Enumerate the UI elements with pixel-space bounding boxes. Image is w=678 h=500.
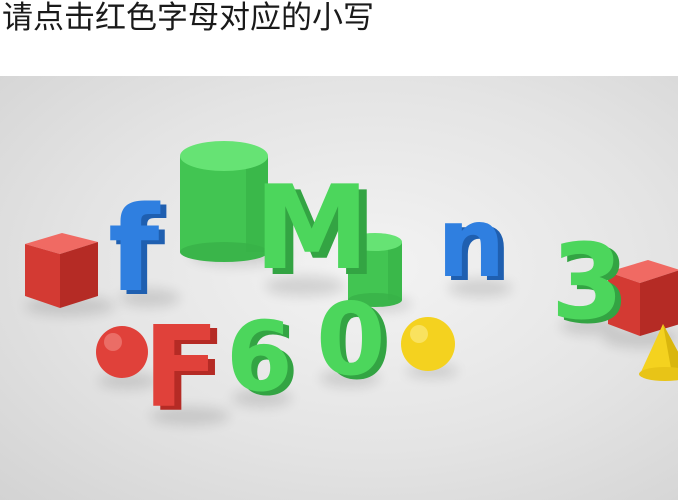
red-cube-left[interactable]	[25, 233, 98, 308]
letter-n-face: n	[437, 187, 505, 299]
yellow-sphere[interactable]	[401, 317, 455, 371]
digit-3-face: 3	[551, 221, 623, 343]
letter-f[interactable]: f f	[108, 180, 167, 322]
yellow-sphere-highlight	[410, 325, 428, 343]
letter-n[interactable]: n n	[437, 187, 511, 303]
captcha-scene[interactable]: f f M M n n 3 3 F F 6 6 0 0	[0, 76, 678, 500]
digit-6-face: 6	[226, 301, 293, 413]
digit-3[interactable]: 3 3	[551, 221, 629, 347]
digit-0-face: 0	[316, 281, 386, 398]
letter-M-face: M	[254, 161, 369, 296]
red-sphere-highlight	[104, 333, 122, 351]
instruction-text: 请点击红色字母对应的小写	[2, 0, 374, 36]
letter-f-face: f	[108, 180, 161, 318]
digit-0[interactable]: 0 0	[316, 281, 392, 402]
red-sphere[interactable]	[96, 326, 148, 378]
scene-canvas: f f M M n n 3 3 F F 6 6 0 0	[25, 141, 678, 437]
digit-6[interactable]: 6 6	[226, 301, 299, 417]
letter-F-face: F	[143, 303, 220, 433]
letter-F[interactable]: F F	[143, 303, 227, 437]
